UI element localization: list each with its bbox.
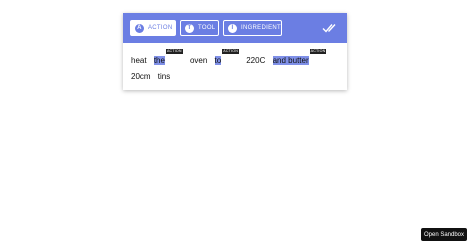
annotated-text: heat theACTION oven toACTION 220C and bu… — [131, 49, 341, 85]
token-annotated[interactable]: theACTION — [153, 49, 183, 69]
tool-label-chip[interactable]: T TOOL — [180, 20, 219, 36]
open-sandbox-button[interactable]: Open Sandbox — [421, 228, 467, 241]
action-label-chip[interactable]: A ACTION — [130, 20, 176, 36]
token-highlight: and butter — [272, 56, 309, 65]
annotation-card: A ACTION T TOOL I INGREDIENT heat theACT… — [123, 13, 347, 90]
double-check-icon[interactable] — [322, 21, 336, 35]
token[interactable]: 220C — [246, 53, 265, 69]
entity-tag: ACTION — [309, 49, 327, 54]
entity-tag: ACTION — [222, 49, 239, 54]
entity-tag: ACTION — [165, 49, 183, 54]
tool-label: TOOL — [198, 25, 216, 31]
token[interactable]: oven — [190, 53, 207, 69]
token[interactable]: tins — [158, 69, 170, 85]
ingredient-badge-icon: I — [228, 23, 237, 33]
action-label: ACTION — [148, 25, 173, 31]
token-annotated[interactable]: and butterACTION — [272, 49, 327, 69]
tool-badge-icon: T — [185, 23, 194, 33]
token-highlight: to — [214, 56, 222, 65]
label-toolbar: A ACTION T TOOL I INGREDIENT — [123, 13, 347, 43]
token[interactable]: heat — [131, 53, 147, 69]
token[interactable]: 20cm — [131, 69, 151, 85]
ingredient-label-chip[interactable]: I INGREDIENT — [223, 20, 282, 36]
action-badge-icon: A — [135, 23, 144, 33]
token-annotated[interactable]: toACTION — [214, 49, 239, 69]
token-highlight: the — [153, 56, 165, 65]
ingredient-label: INGREDIENT — [240, 25, 281, 31]
